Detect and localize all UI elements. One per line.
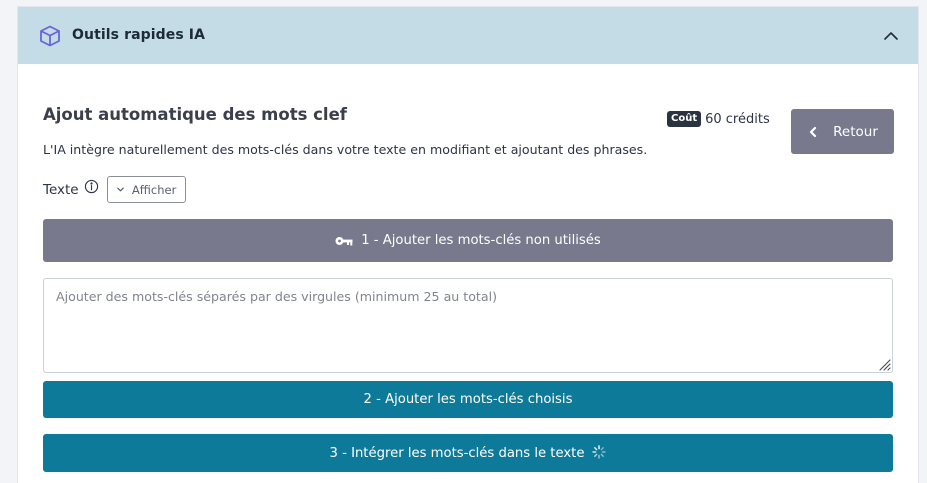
info-circle-icon[interactable] — [84, 179, 99, 194]
back-button[interactable]: Retour — [791, 109, 894, 154]
cost-indicator: Coût 60 crédits — [667, 111, 770, 127]
chevron-up-icon[interactable] — [882, 27, 900, 45]
section-title: Ajout automatique des mots clef — [43, 105, 347, 124]
cube-icon — [40, 25, 60, 47]
back-button-label: Retour — [833, 123, 878, 140]
chevron-down-icon — [117, 187, 124, 192]
section-description: L'IA intègre naturellement des mots-clés… — [43, 142, 648, 157]
panel-header[interactable]: Outils rapides IA — [18, 7, 918, 64]
afficher-button[interactable]: Afficher — [106, 176, 186, 203]
cost-amount: 60 crédits — [705, 111, 770, 127]
integrate-keywords-button[interactable]: 3 - Intégrer les mots-clés dans le texte — [43, 434, 893, 472]
add-unused-keywords-button[interactable]: 1 - Ajouter les mots-clés non utilisés — [43, 219, 893, 262]
integrate-keywords-label: 3 - Intégrer les mots-clés dans le texte — [329, 445, 585, 461]
resize-handle-icon[interactable] — [877, 357, 891, 371]
cost-badge: Coût — [667, 111, 702, 127]
keywords-input[interactable] — [43, 278, 893, 373]
afficher-label: Afficher — [131, 182, 177, 197]
ai-tools-panel: Outils rapides IA Ajout automatique des … — [17, 6, 919, 483]
texte-label: Texte — [43, 181, 79, 198]
key-icon — [335, 236, 353, 245]
panel-title: Outils rapides IA — [72, 27, 206, 43]
add-chosen-keywords-label: 2 - Ajouter les mots-clés choisis — [363, 392, 573, 407]
texte-row: Texte Afficher — [43, 176, 186, 203]
add-chosen-keywords-button[interactable]: 2 - Ajouter les mots-clés choisis — [43, 381, 893, 418]
spinner-icon — [592, 444, 607, 459]
chevron-left-icon — [810, 126, 817, 137]
add-unused-keywords-label: 1 - Ajouter les mots-clés non utilisés — [361, 233, 601, 248]
